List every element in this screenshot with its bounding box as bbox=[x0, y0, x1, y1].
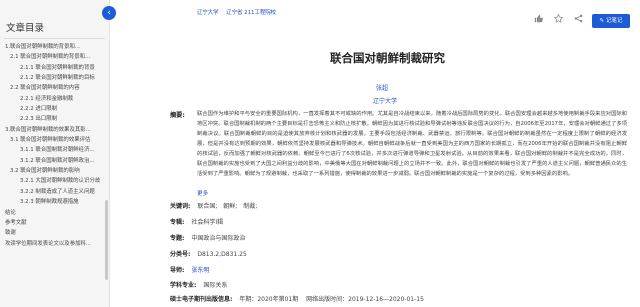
collapse-sidebar-button[interactable]: ‹ bbox=[102, 6, 116, 20]
toc-item[interactable]: 3.2 联合国对朝鲜制裁的影响 bbox=[0, 166, 109, 176]
keyword-link[interactable]: 联合国; bbox=[197, 203, 217, 210]
take-notes-label: 记笔记 bbox=[605, 18, 623, 24]
school-category-tag[interactable]: 辽宁省 211工程院校 bbox=[226, 10, 276, 16]
take-notes-button[interactable]: ✎ 记笔记 bbox=[592, 14, 630, 28]
discipline-row: 学科专业: 国际关系 bbox=[170, 280, 227, 289]
toc-item[interactable]: 2.1.1 联合国对朝鲜制裁的背景 bbox=[0, 63, 109, 73]
keyword-link[interactable]: 制裁; bbox=[243, 203, 257, 210]
toc-item[interactable]: 2.1 联合国对朝鲜制裁的背景和... bbox=[0, 52, 109, 62]
institution-link[interactable]: 辽宁大学 bbox=[373, 96, 397, 105]
toc-item[interactable]: 2.2 联合国对朝鲜制裁的内容 bbox=[0, 83, 109, 93]
discipline-label: 学科专业: bbox=[170, 282, 197, 289]
toc-item[interactable]: 结论 bbox=[0, 208, 109, 218]
star-icon[interactable] bbox=[554, 14, 563, 23]
toc-item[interactable]: 攻读学位期间发表论文以及参加科... bbox=[0, 239, 109, 249]
toc-item[interactable]: 3.1.1 联合国制裁对朝鲜经济... bbox=[0, 145, 109, 155]
classification-row: 分类号: D813.2;D831.25 bbox=[170, 249, 247, 258]
subject-value: 中国政治与国际政治 bbox=[191, 235, 246, 242]
publication-year: 年期：2020年第01期 bbox=[239, 296, 299, 303]
advisor-row: 导师: 张东明 bbox=[170, 265, 209, 274]
toc-item[interactable]: 2.1.2 联合国对朝鲜制裁的目标 bbox=[0, 73, 109, 83]
toc-item[interactable]: 3.1 联合国对朝鲜制裁的效果评估 bbox=[0, 135, 109, 145]
advisor-link[interactable]: 张东明 bbox=[191, 267, 209, 274]
subject-label: 专题: bbox=[170, 235, 185, 242]
toc-title: 文章目录 bbox=[6, 23, 45, 34]
abstract-label: 摘要: bbox=[170, 112, 185, 119]
toc-item[interactable]: 3.1.2 联合国制裁对朝鲜政治... bbox=[0, 156, 109, 166]
toc-list: 1.联合国对朝鲜制裁的背景和... 2.1 联合国对朝鲜制裁的背景和... 2.1.… bbox=[0, 42, 109, 249]
thumbs-up-icon[interactable] bbox=[534, 14, 543, 23]
abstract-text: 联合国作为维护和平与安全的重要国际机构，一直发挥着其不可或缺的作用。尤其是自冷战… bbox=[197, 111, 627, 177]
major-row: 专辑: 社会科学Ⅰ辑 bbox=[170, 217, 223, 226]
toc-item[interactable]: 致谢 bbox=[0, 228, 109, 238]
toc-scrollbar[interactable] bbox=[105, 200, 108, 280]
toc-item[interactable]: 3.2.2 制裁造成了人道主义问题 bbox=[0, 187, 109, 197]
toc-item[interactable]: 3.2.3 朝鲜制裁规避措施 bbox=[0, 197, 109, 207]
keyword-link[interactable]: 朝鲜; bbox=[223, 203, 237, 210]
pencil-icon: ✎ bbox=[599, 18, 605, 24]
keywords-label: 关键词: bbox=[170, 203, 191, 210]
major-value: 社会科学Ⅰ辑 bbox=[191, 219, 224, 226]
toc-item[interactable]: 2.2.3 出口限制 bbox=[0, 114, 109, 124]
table-of-contents-sidebar: 文章目录 1.联合国对朝鲜制裁的背景和... 2.1 联合国对朝鲜制裁的背景和..… bbox=[0, 0, 110, 307]
institution-tags: 辽宁大学 辽宁省 211工程院校 bbox=[197, 8, 282, 16]
publication-date: 网络出版时间：2019-12-16—2020-01-15 bbox=[306, 296, 424, 303]
toc-item[interactable]: 3.联合国对朝鲜制裁的效果及其影... bbox=[0, 125, 109, 135]
toc-item[interactable]: 参考文献 bbox=[0, 218, 109, 228]
advisor-label: 导师: bbox=[170, 267, 185, 274]
toc-item[interactable]: 2.2.1 经济和金融制裁 bbox=[0, 94, 109, 104]
publication-label: 硕士电子期刊出版信息: bbox=[170, 296, 233, 303]
chevron-left-icon: ‹ bbox=[107, 8, 111, 18]
discipline-value: 国际关系 bbox=[203, 282, 228, 289]
author-link[interactable]: 张超 bbox=[376, 83, 388, 92]
subject-row: 专题: 中国政治与国际政治 bbox=[170, 233, 245, 242]
toc-divider bbox=[4, 38, 105, 39]
school-tag[interactable]: 辽宁大学 bbox=[197, 10, 219, 16]
classification-label: 分类号: bbox=[170, 251, 191, 258]
share-icon[interactable] bbox=[574, 14, 583, 23]
publication-row: 硕士电子期刊出版信息: 年期：2020年第01期 网络出版时间：2019-12-… bbox=[170, 294, 424, 303]
abstract-more-link[interactable]: 更多 bbox=[197, 189, 208, 197]
keywords-row: 关键词: 联合国; 朝鲜; 制裁; bbox=[170, 201, 261, 210]
paper-title: 联合国对朝鲜制裁研究 bbox=[330, 51, 445, 65]
toc-item[interactable]: 2.2.2 进口限制 bbox=[0, 104, 109, 114]
major-label: 专辑: bbox=[170, 219, 185, 226]
toc-item[interactable]: 1.联合国对朝鲜制裁的背景和... bbox=[0, 42, 109, 52]
toc-item[interactable]: 3.2.1 大国对朝鲜制裁的认识分歧 bbox=[0, 176, 109, 186]
classification-value: D813.2;D831.25 bbox=[197, 251, 247, 258]
